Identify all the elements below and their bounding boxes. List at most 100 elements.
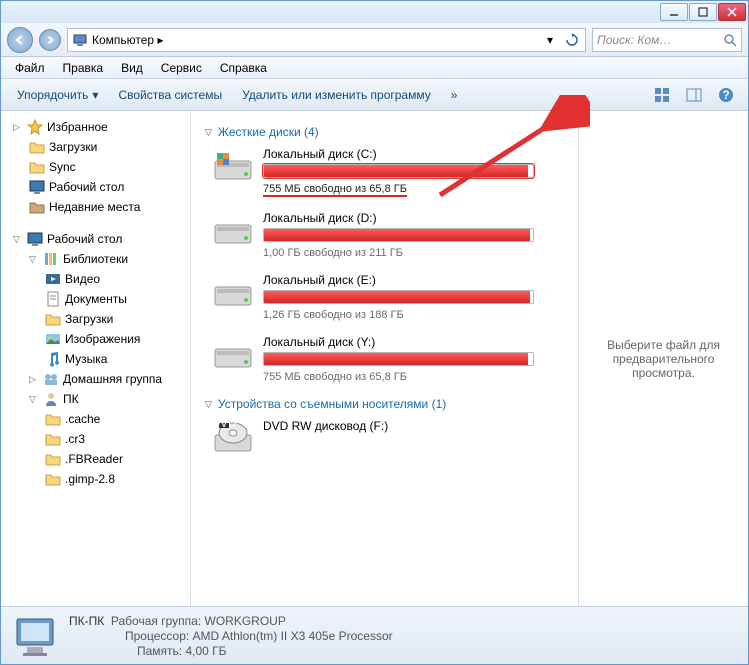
dvd-label: DVD RW дисковод (F:) <box>263 419 534 433</box>
folder-icon <box>29 139 45 155</box>
computer-icon <box>72 32 88 48</box>
user-icon <box>43 391 59 407</box>
drive-item[interactable]: Локальный диск (Y:) 755 МБ свободно из 65… <box>205 335 564 383</box>
chevron-down-icon[interactable]: ▾ <box>541 31 559 49</box>
search-placeholder: Поиск: Ком… <box>597 33 671 47</box>
dvd-icon: DVD <box>213 419 253 455</box>
sidebar-item-fbreader[interactable]: .FBReader <box>1 449 190 469</box>
drive-free-text: 1,00 ГБ свободно из 211 ГБ <box>263 247 403 259</box>
sidebar-item-music[interactable]: Музыка <box>1 349 190 369</box>
drive-label: Локальный диск (E:) <box>263 273 534 287</box>
drive-label: Локальный диск (D:) <box>263 211 534 225</box>
search-input[interactable]: Поиск: Ком… <box>592 28 742 52</box>
toolbar: Упорядочить ▾ Свойства системы Удалить и… <box>1 79 748 111</box>
menu-help[interactable]: Справка <box>212 59 275 77</box>
sidebar-desktop-root[interactable]: ▽Рабочий стол <box>1 229 190 249</box>
drive-usage-bar <box>263 352 534 366</box>
toolbar-more-button[interactable]: » <box>445 85 464 105</box>
preview-pane: Выберите файл для предварительного просм… <box>578 111 748 606</box>
folder-icon <box>45 431 61 447</box>
menu-view[interactable]: Вид <box>113 59 151 77</box>
star-icon <box>27 119 43 135</box>
svg-text:DVD: DVD <box>213 419 237 430</box>
sidebar-item-cache[interactable]: .cache <box>1 409 190 429</box>
folder-icon <box>45 471 61 487</box>
hdd-icon <box>213 211 253 247</box>
sidebar-pc[interactable]: ▽ПК <box>1 389 190 409</box>
sidebar-homegroup[interactable]: ▷Домашняя группа <box>1 369 190 389</box>
drive-item[interactable]: Локальный диск (D:) 1,00 ГБ свободно из 2… <box>205 211 564 259</box>
drive-label: Локальный диск (Y:) <box>263 335 534 349</box>
pictures-icon <box>45 331 61 347</box>
drive-usage-bar <box>263 290 534 304</box>
back-button[interactable] <box>7 27 33 53</box>
menu-file[interactable]: Файл <box>7 59 53 77</box>
preview-pane-button[interactable] <box>682 83 706 107</box>
section-hard-drives[interactable]: ▽Жесткие диски (4) <box>205 125 564 139</box>
svg-text:?: ? <box>722 88 729 102</box>
dvd-drive[interactable]: DVD DVD RW дисковод (F:) <box>205 419 564 455</box>
navbar: Компьютер ▸ ▾ Поиск: Ком… <box>1 23 748 57</box>
body: ▷Избранное Загрузки Sync Рабочий стол Не… <box>1 111 748 606</box>
section-removable[interactable]: ▽Устройства со съемными носителями (1) <box>205 397 564 411</box>
sidebar-item-downloads[interactable]: Загрузки <box>1 137 190 157</box>
drive-label: Локальный диск (C:) <box>263 147 534 161</box>
titlebar <box>1 1 748 23</box>
music-icon <box>45 351 61 367</box>
desktop-icon <box>27 231 43 247</box>
statusbar: ПК-ПК Рабочая группа: WORKGROUP Процессо… <box>1 606 748 664</box>
system-properties-button[interactable]: Свойства системы <box>112 85 228 105</box>
folder-icon <box>45 451 61 467</box>
sidebar-item-pictures[interactable]: Изображения <box>1 329 190 349</box>
sidebar-item-sync[interactable]: Sync <box>1 157 190 177</box>
drive-usage-bar <box>263 228 534 242</box>
view-options-button[interactable] <box>650 83 674 107</box>
drive-item[interactable]: Локальный диск (C:) 755 МБ свободно из 65… <box>205 147 564 197</box>
drive-free-text: 1,26 ГБ свободно из 188 ГБ <box>263 309 404 321</box>
sidebar-item-cr3[interactable]: .cr3 <box>1 429 190 449</box>
folder-icon <box>45 311 61 327</box>
uninstall-program-button[interactable]: Удалить или изменить программу <box>236 85 437 105</box>
computer-icon <box>13 615 57 657</box>
forward-button[interactable] <box>39 29 61 51</box>
breadcrumb[interactable]: Компьютер ▸ <box>92 33 537 47</box>
sidebar-item-videos[interactable]: Видео <box>1 269 190 289</box>
minimize-button[interactable] <box>660 3 688 21</box>
sidebar-item-desktop[interactable]: Рабочий стол <box>1 177 190 197</box>
refresh-icon[interactable] <box>563 31 581 49</box>
libraries-icon <box>43 251 59 267</box>
menu-tools[interactable]: Сервис <box>153 59 210 77</box>
hdd-icon <box>213 335 253 371</box>
sidebar: ▷Избранное Загрузки Sync Рабочий стол Не… <box>1 111 191 606</box>
organize-button[interactable]: Упорядочить ▾ <box>11 85 104 105</box>
explorer-window: Компьютер ▸ ▾ Поиск: Ком… Файл Правка Ви… <box>0 0 749 665</box>
folder-icon <box>45 411 61 427</box>
video-icon <box>45 271 61 287</box>
content-pane: ▽Жесткие диски (4) Локальный диск (C:) 75… <box>191 111 578 606</box>
document-icon <box>45 291 61 307</box>
menubar: Файл Правка Вид Сервис Справка <box>1 57 748 79</box>
preview-placeholder: Выберите файл для предварительного просм… <box>589 338 738 380</box>
homegroup-icon <box>43 371 59 387</box>
sidebar-item-gimp[interactable]: .gimp-2.8 <box>1 469 190 489</box>
hdd-icon <box>213 147 253 183</box>
sidebar-item-documents[interactable]: Документы <box>1 289 190 309</box>
hdd-icon <box>213 273 253 309</box>
drive-free-text: 755 МБ свободно из 65,8 ГБ <box>263 183 407 197</box>
maximize-button[interactable] <box>689 3 717 21</box>
recent-icon <box>29 199 45 215</box>
close-button[interactable] <box>718 3 746 21</box>
desktop-icon <box>29 179 45 195</box>
search-icon <box>723 33 737 47</box>
address-bar[interactable]: Компьютер ▸ ▾ <box>67 28 586 52</box>
sidebar-item-downloads2[interactable]: Загрузки <box>1 309 190 329</box>
drive-free-text: 755 МБ свободно из 65,8 ГБ <box>263 371 407 383</box>
help-button[interactable]: ? <box>714 83 738 107</box>
sidebar-favorites[interactable]: ▷Избранное <box>1 117 190 137</box>
menu-edit[interactable]: Правка <box>55 59 112 77</box>
sidebar-item-recent[interactable]: Недавние места <box>1 197 190 217</box>
drive-item[interactable]: Локальный диск (E:) 1,26 ГБ свободно из 1… <box>205 273 564 321</box>
sidebar-libraries[interactable]: ▽Библиотеки <box>1 249 190 269</box>
drive-usage-bar <box>263 164 534 178</box>
folder-icon <box>29 159 45 175</box>
